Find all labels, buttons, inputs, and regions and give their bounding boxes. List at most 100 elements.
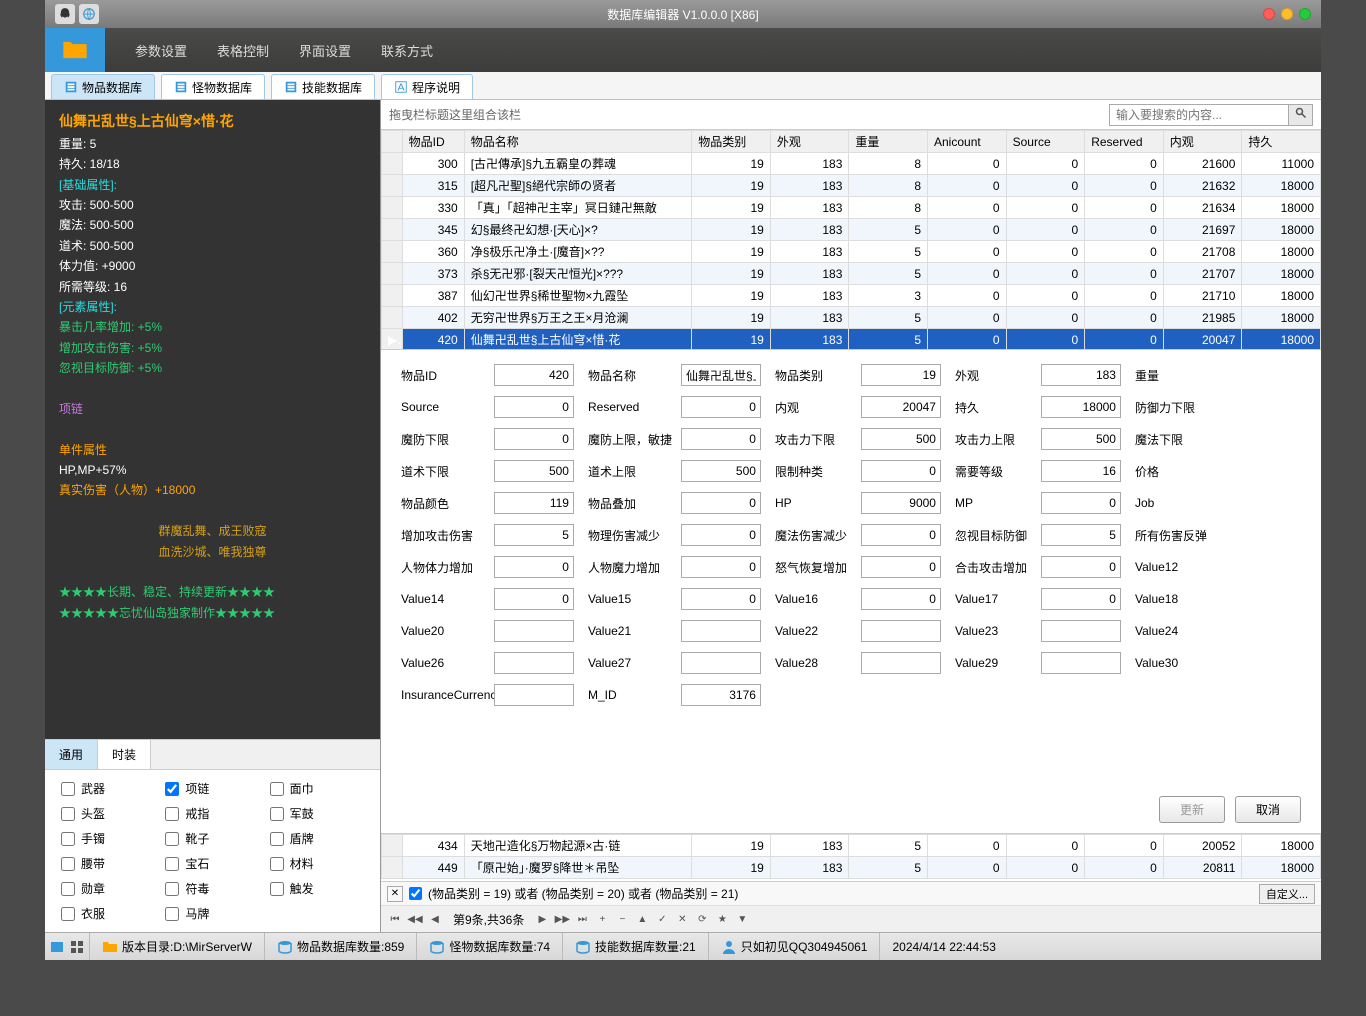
form-input[interactable] [681, 524, 761, 546]
column-header[interactable]: 重量 [849, 131, 928, 153]
nav-filter-icon[interactable]: ▼ [734, 911, 750, 927]
nav-last-icon[interactable]: ⏭ [574, 911, 590, 927]
table-row[interactable]: 315[超凡卍聖]§絕代宗師の贤者1918380002163218000 [382, 175, 1321, 197]
search-input[interactable] [1109, 104, 1289, 126]
column-header[interactable]: 持久 [1242, 131, 1321, 153]
column-header[interactable]: 物品ID [402, 131, 464, 153]
filter-checkbox[interactable]: 衣服 [61, 905, 155, 922]
data-grid-bottom[interactable]: 434天地卍造化§万物起源×古·链1918350002005218000449「… [381, 834, 1321, 879]
nav-edit-icon[interactable]: ▲ [634, 911, 650, 927]
form-input[interactable] [681, 492, 761, 514]
form-input[interactable] [1041, 460, 1121, 482]
search-button[interactable] [1289, 104, 1313, 126]
filter-checkbox[interactable]: 面巾 [270, 780, 364, 797]
form-input[interactable] [494, 620, 574, 642]
form-input[interactable] [861, 524, 941, 546]
form-input[interactable] [861, 620, 941, 642]
form-input[interactable] [494, 588, 574, 610]
ribbon-tab-contact[interactable]: 联系方式 [381, 41, 433, 60]
left-tab-general[interactable]: 通用 [45, 740, 98, 769]
form-input[interactable] [494, 364, 574, 386]
form-input[interactable] [1041, 524, 1121, 546]
cancel-button[interactable]: 取消 [1235, 796, 1301, 823]
filter-checkbox[interactable]: 项链 [165, 780, 259, 797]
filter-checkbox[interactable]: 武器 [61, 780, 155, 797]
filter-checkbox[interactable]: 手镯 [61, 830, 155, 847]
nav-next-page-icon[interactable]: ▶▶ [554, 911, 570, 927]
form-input[interactable] [1041, 396, 1121, 418]
ribbon-tab-params[interactable]: 参数设置 [135, 41, 187, 60]
filter-checkbox[interactable]: 军鼓 [270, 805, 364, 822]
tab-readme[interactable]: A 程序说明 [381, 74, 473, 99]
form-input[interactable] [1041, 620, 1121, 642]
filter-close-icon[interactable]: ✕ [387, 886, 403, 902]
form-input[interactable] [681, 556, 761, 578]
table-row[interactable]: 387仙幻卍世界§稀世聖物×九霞坠1918330002171018000 [382, 285, 1321, 307]
form-input[interactable] [681, 364, 761, 386]
update-button[interactable]: 更新 [1159, 796, 1225, 823]
form-input[interactable] [681, 684, 761, 706]
nav-first-icon[interactable]: ⏮ [387, 911, 403, 927]
table-row[interactable]: ▶420仙舞卍乱世§上古仙穹×惜·花1918350002004718000 [382, 329, 1321, 351]
table-row[interactable]: 434天地卍造化§万物起源×古·链1918350002005218000 [382, 835, 1321, 857]
form-input[interactable] [494, 460, 574, 482]
form-input[interactable] [861, 364, 941, 386]
nav-add-icon[interactable]: + [594, 911, 610, 927]
form-input[interactable] [681, 652, 761, 674]
filter-toggle[interactable] [409, 887, 422, 900]
nav-prev-icon[interactable]: ◀ [427, 911, 443, 927]
form-input[interactable] [494, 652, 574, 674]
data-grid[interactable]: 物品ID物品名称物品类别外观重量AnicountSourceReserved内观… [381, 130, 1321, 350]
form-input[interactable] [681, 428, 761, 450]
form-input[interactable] [494, 428, 574, 450]
filter-checkbox[interactable]: 触发 [270, 880, 364, 897]
form-input[interactable] [681, 588, 761, 610]
nav-delete-icon[interactable]: − [614, 911, 630, 927]
form-input[interactable] [861, 556, 941, 578]
form-input[interactable] [861, 460, 941, 482]
ribbon-tab-table[interactable]: 表格控制 [217, 41, 269, 60]
filter-checkbox[interactable]: 头盔 [61, 805, 155, 822]
column-header[interactable]: 内观 [1163, 131, 1242, 153]
ribbon-tab-ui[interactable]: 界面设置 [299, 41, 351, 60]
nav-prev-page-icon[interactable]: ◀◀ [407, 911, 423, 927]
table-row[interactable]: 449「原卍始」·魔罗§降世＊吊坠1918350002081118000 [382, 857, 1321, 879]
tab-monster-db[interactable]: 怪物数据库 [161, 74, 265, 99]
filter-checkbox[interactable]: 宝石 [165, 855, 259, 872]
form-input[interactable] [681, 460, 761, 482]
maximize-icon[interactable] [1299, 8, 1311, 20]
filter-checkbox[interactable]: 腰带 [61, 855, 155, 872]
nav-confirm-icon[interactable]: ✓ [654, 911, 670, 927]
close-icon[interactable] [1263, 8, 1275, 20]
form-input[interactable] [861, 428, 941, 450]
form-input[interactable] [1041, 588, 1121, 610]
nav-next-icon[interactable]: ▶ [534, 911, 550, 927]
form-input[interactable] [1041, 652, 1121, 674]
column-header[interactable]: Reserved [1085, 131, 1164, 153]
table-row[interactable]: 373杀§无卍邪·[裂天卍恒光]×???1918350002170718000 [382, 263, 1321, 285]
form-input[interactable] [861, 396, 941, 418]
file-button[interactable] [45, 28, 105, 72]
nav-cancel-icon[interactable]: ✕ [674, 911, 690, 927]
form-input[interactable] [861, 492, 941, 514]
tab-skill-db[interactable]: 技能数据库 [271, 74, 375, 99]
form-input[interactable] [861, 652, 941, 674]
form-input[interactable] [1041, 492, 1121, 514]
form-input[interactable] [494, 556, 574, 578]
form-input[interactable] [494, 492, 574, 514]
column-header[interactable]: 物品类别 [692, 131, 771, 153]
column-header[interactable]: Source [1006, 131, 1085, 153]
form-input[interactable] [1041, 364, 1121, 386]
globe-icon[interactable] [79, 4, 99, 24]
form-input[interactable] [1041, 556, 1121, 578]
table-row[interactable]: 402无穷卍世界§万王之王×月沧澜1918350002198518000 [382, 307, 1321, 329]
table-row[interactable]: 300[古卍傳承]§九五霸皇の葬魂1918380002160011000 [382, 153, 1321, 175]
filter-checkbox[interactable]: 马牌 [165, 905, 259, 922]
minimize-icon[interactable] [1281, 8, 1293, 20]
nav-bookmark-icon[interactable]: ★ [714, 911, 730, 927]
form-input[interactable] [494, 524, 574, 546]
filter-checkbox[interactable]: 材料 [270, 855, 364, 872]
filter-checkbox[interactable]: 盾牌 [270, 830, 364, 847]
filter-checkbox[interactable]: 戒指 [165, 805, 259, 822]
filter-checkbox[interactable]: 靴子 [165, 830, 259, 847]
